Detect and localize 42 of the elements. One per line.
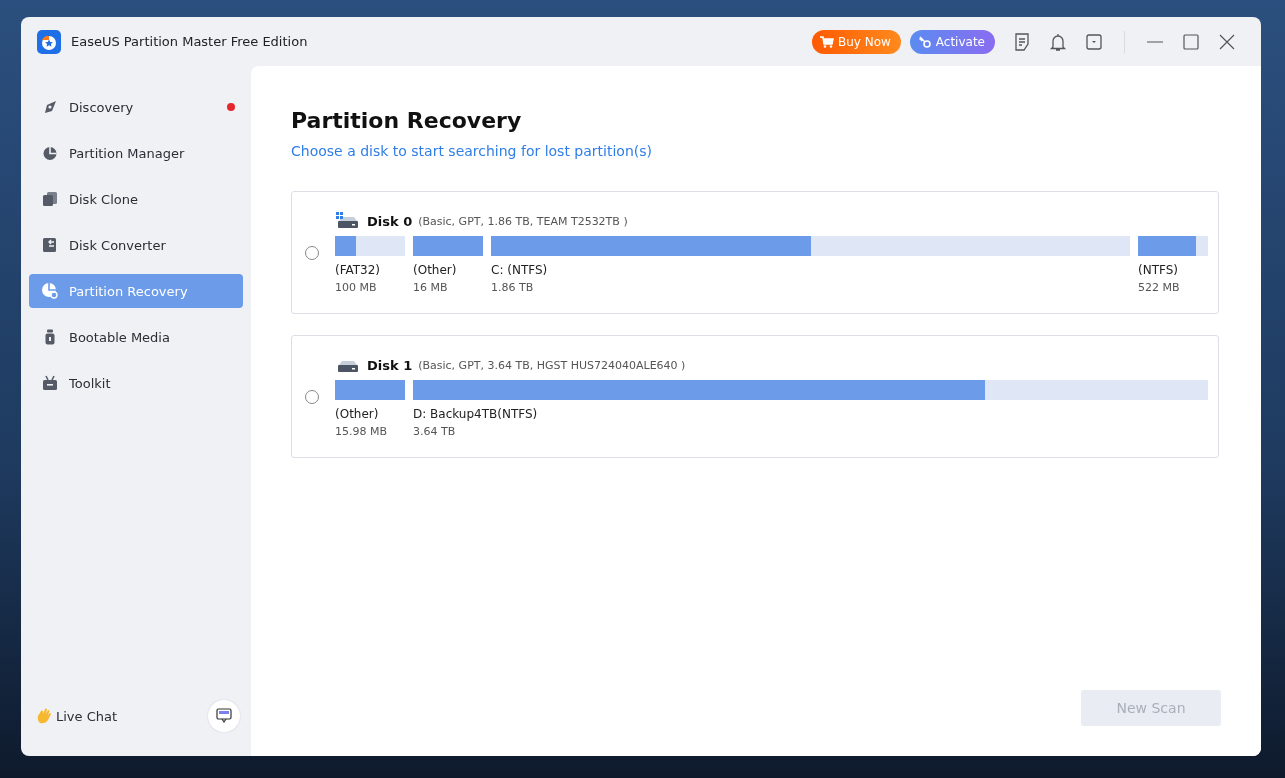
partition-label: (Other) <box>335 407 380 421</box>
disk-name: Disk 0 <box>367 213 413 229</box>
partition-label: (NTFS) <box>1138 263 1179 277</box>
sidebar-item[interactable]: Discovery <box>29 90 243 124</box>
page-title: Partition Recovery <box>291 108 523 133</box>
sidebar-item[interactable]: Bootable Media <box>29 320 243 354</box>
disk-details: (Basic, GPT, 3.64 TB, HGST HUS724040ALE640 ) <box>418 358 686 372</box>
chat-icon <box>215 707 233 725</box>
partition-size: 15.98 MB <box>335 425 389 438</box>
waving-hand-icon <box>35 707 53 725</box>
disk-name: Disk 1 <box>367 357 413 373</box>
partition-label: D: Backup4TB(NTFS) <box>413 407 539 421</box>
partition-label: (FAT32) <box>335 263 382 277</box>
partition-label: (Other) <box>413 263 458 277</box>
pie-chart-icon <box>41 144 59 162</box>
partition-bar[interactable] <box>335 236 405 256</box>
partition-bar[interactable] <box>1138 236 1208 256</box>
sidebar-item[interactable]: Partition Manager <box>29 136 243 170</box>
sidebar-item[interactable]: Toolkit <box>29 366 243 400</box>
app-logo-icon <box>37 29 61 54</box>
sidebar-item[interactable]: Disk Clone <box>29 182 243 216</box>
disk-details: (Basic, GPT, 1.86 TB, TEAM T2532TB ) <box>418 214 628 228</box>
partition-bar[interactable] <box>491 236 1130 256</box>
sidebar-item[interactable]: Disk Converter <box>29 228 243 262</box>
partition-size: 16 MB <box>413 281 449 294</box>
key-icon <box>917 34 932 49</box>
partition-size: 522 MB <box>1138 281 1181 294</box>
page-subtitle: Choose a disk to start searching for lost partition(s) <box>291 143 653 159</box>
window-title: EaseUS Partition Master Free Edition <box>71 34 309 49</box>
stacked-drives-icon <box>41 190 59 208</box>
partition-bar[interactable] <box>413 380 1208 400</box>
partition-size: 3.64 TB <box>413 425 457 438</box>
cart-icon <box>819 35 834 48</box>
live-chat-link[interactable]: Live Chat <box>35 707 118 725</box>
drive-convert-icon <box>41 236 59 254</box>
pie-chart-recovery-icon <box>41 282 59 300</box>
chat-button[interactable] <box>208 700 240 732</box>
toolbox-icon <box>41 374 59 392</box>
partition-size: 100 MB <box>335 281 378 294</box>
partition-label: C: (NTFS) <box>491 263 549 277</box>
activate-button[interactable]: Activate <box>909 29 995 54</box>
partition-size: 1.86 TB <box>491 281 535 294</box>
